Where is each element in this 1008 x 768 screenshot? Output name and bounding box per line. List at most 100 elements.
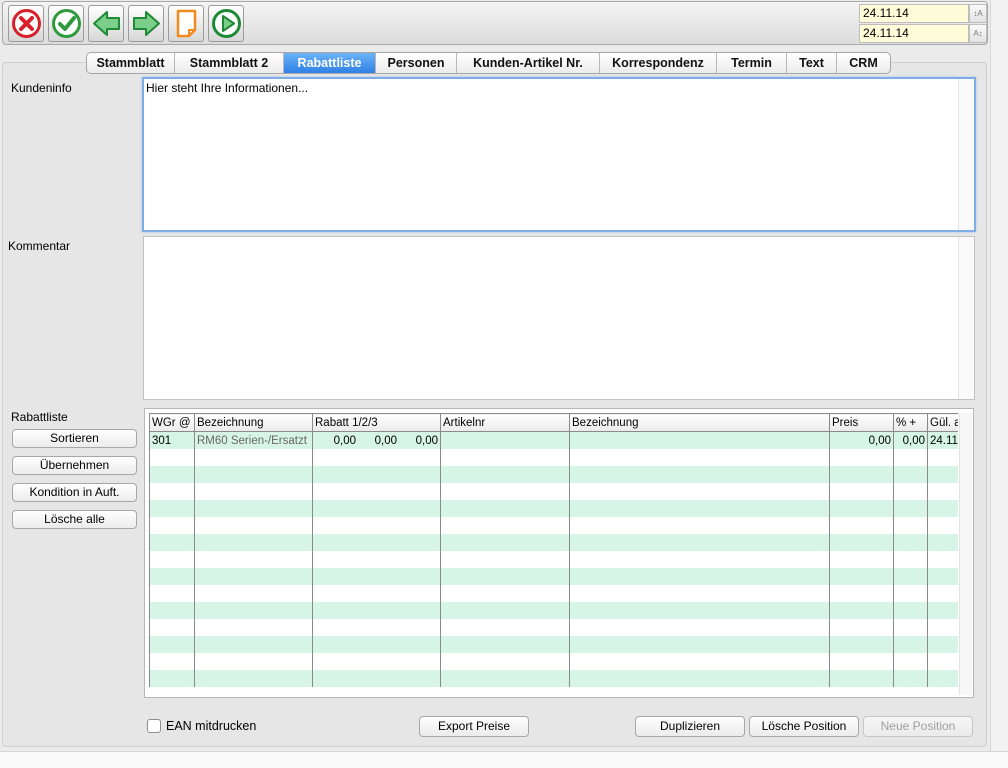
table-cell[interactable] <box>440 619 570 636</box>
table-cell[interactable] <box>829 585 894 602</box>
table-cell[interactable] <box>829 670 894 687</box>
table-cell[interactable] <box>149 534 195 551</box>
table-cell[interactable] <box>569 670 830 687</box>
column-header-bezeichnung-2[interactable]: Bezeichnung <box>569 413 830 432</box>
table-cell[interactable] <box>927 602 958 619</box>
table-cell[interactable] <box>927 500 958 517</box>
table-cell[interactable] <box>927 585 958 602</box>
table-cell[interactable] <box>440 449 570 466</box>
table-cell[interactable] <box>194 534 313 551</box>
next-button[interactable] <box>128 5 164 42</box>
table-row[interactable] <box>149 602 958 619</box>
table-cell[interactable] <box>569 602 830 619</box>
table-cell[interactable] <box>927 466 958 483</box>
table-scrollbar[interactable] <box>959 413 972 695</box>
table-cell[interactable] <box>569 568 830 585</box>
table-cell[interactable] <box>569 517 830 534</box>
table-cell[interactable] <box>569 636 830 653</box>
table-cell[interactable] <box>312 568 441 585</box>
table-cell[interactable] <box>149 449 195 466</box>
table-cell[interactable] <box>312 670 441 687</box>
cell-bezeichnung[interactable]: RM60 Serien-/Ersatzt <box>194 431 313 449</box>
table-row[interactable] <box>149 619 958 636</box>
table-cell[interactable] <box>149 670 195 687</box>
table-cell[interactable] <box>569 551 830 568</box>
kommentar-textarea[interactable] <box>143 236 975 400</box>
table-cell[interactable] <box>194 500 313 517</box>
table-cell[interactable] <box>829 568 894 585</box>
table-cell[interactable] <box>893 568 928 585</box>
column-header-preis[interactable]: Preis <box>829 413 894 432</box>
table-cell[interactable] <box>440 517 570 534</box>
cell-prozent[interactable]: 0,00 <box>893 431 928 449</box>
table-cell[interactable] <box>149 602 195 619</box>
table-cell[interactable] <box>149 483 195 500</box>
table-cell[interactable] <box>893 636 928 653</box>
table-row[interactable] <box>149 636 958 653</box>
table-cell[interactable] <box>893 653 928 670</box>
table-row[interactable] <box>149 534 958 551</box>
date-field-1[interactable]: 24.11.14 <box>859 4 969 23</box>
table-cell[interactable] <box>312 602 441 619</box>
duplizieren-button[interactable]: Duplizieren <box>635 716 745 737</box>
uebernehmen-button[interactable]: Übernehmen <box>12 456 137 475</box>
kondition-in-auftrag-button[interactable]: Kondition in Auft. <box>12 483 137 502</box>
table-cell[interactable] <box>569 483 830 500</box>
tab-kunden-artikel-nr[interactable]: Kunden-Artikel Nr. <box>457 53 600 73</box>
table-cell[interactable] <box>569 500 830 517</box>
table-cell[interactable] <box>893 602 928 619</box>
confirm-button[interactable] <box>48 5 84 42</box>
table-cell[interactable] <box>440 585 570 602</box>
table-cell[interactable] <box>893 534 928 551</box>
table-cell[interactable] <box>312 466 441 483</box>
column-header-rabatt[interactable]: Rabatt 1/2/3 <box>312 413 441 432</box>
column-header-wgr[interactable]: WGr @ <box>149 413 195 432</box>
table-cell[interactable] <box>893 449 928 466</box>
table-cell[interactable] <box>569 619 830 636</box>
table-cell[interactable] <box>893 585 928 602</box>
table-cell[interactable] <box>440 602 570 619</box>
tab-stammblatt[interactable]: Stammblatt <box>87 53 175 73</box>
table-cell[interactable] <box>829 653 894 670</box>
table-cell[interactable] <box>569 466 830 483</box>
table-cell[interactable] <box>312 551 441 568</box>
table-cell[interactable] <box>440 568 570 585</box>
table-row[interactable] <box>149 568 958 585</box>
table-cell[interactable] <box>829 517 894 534</box>
table-cell[interactable] <box>194 449 313 466</box>
table-cell[interactable] <box>569 449 830 466</box>
tab-stammblatt-2[interactable]: Stammblatt 2 <box>175 53 284 73</box>
table-row[interactable] <box>149 585 958 602</box>
tab-korrespondenz[interactable]: Korrespondenz <box>600 53 717 73</box>
forward-button[interactable] <box>208 5 244 42</box>
date-sort-ascending-icon[interactable]: ↕A <box>969 4 987 23</box>
table-cell[interactable] <box>829 466 894 483</box>
cell-bezeichnung-2[interactable] <box>569 431 830 449</box>
table-cell[interactable] <box>194 602 313 619</box>
table-cell[interactable] <box>927 483 958 500</box>
table-row[interactable] <box>149 466 958 483</box>
table-cell[interactable] <box>893 551 928 568</box>
table-cell[interactable] <box>440 636 570 653</box>
table-cell[interactable] <box>312 500 441 517</box>
table-cell[interactable] <box>569 653 830 670</box>
table-cell[interactable] <box>312 653 441 670</box>
column-header-prozent[interactable]: % + <box>893 413 928 432</box>
table-cell[interactable] <box>927 449 958 466</box>
tab-rabattliste[interactable]: Rabattliste <box>284 53 376 73</box>
table-cell[interactable] <box>194 619 313 636</box>
table-cell[interactable] <box>312 517 441 534</box>
cell-preis[interactable]: 0,00 <box>829 431 894 449</box>
kundeninfo-textarea[interactable]: Hier steht Ihre Informationen... <box>142 77 976 232</box>
export-preise-button[interactable]: Export Preise <box>419 716 529 737</box>
table-cell[interactable] <box>440 534 570 551</box>
table-cell[interactable] <box>829 449 894 466</box>
table-cell[interactable] <box>893 619 928 636</box>
table-row[interactable] <box>149 500 958 517</box>
cell-rabatt[interactable]: 0,00 0,00 0,00 <box>312 431 441 449</box>
table-cell[interactable] <box>149 466 195 483</box>
table-cell[interactable] <box>893 483 928 500</box>
table-cell[interactable] <box>927 670 958 687</box>
table-cell[interactable] <box>149 517 195 534</box>
table-cell[interactable] <box>149 585 195 602</box>
